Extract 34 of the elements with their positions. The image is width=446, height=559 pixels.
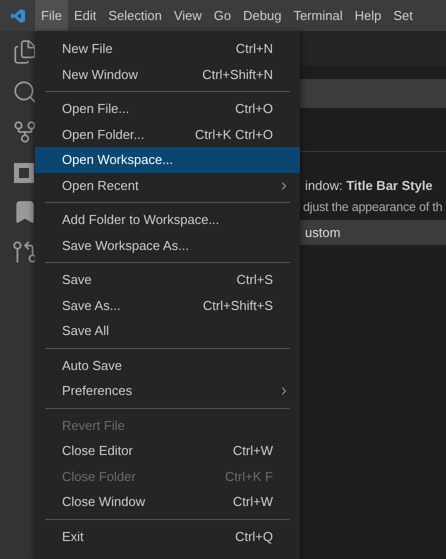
menu-item[interactable]: Save As... Ctrl+Shift+S bbox=[35, 292, 300, 318]
menu-bar-item[interactable]: Help bbox=[348, 0, 388, 31]
menu-item[interactable]: Add Folder to Workspace... bbox=[35, 207, 300, 232]
menu-item[interactable]: Save Workspace As... bbox=[35, 232, 300, 258]
files-icon[interactable] bbox=[12, 39, 38, 65]
menu-item[interactable]: Open Workspace... bbox=[35, 147, 300, 172]
search-icon[interactable] bbox=[12, 79, 38, 105]
menu-item[interactable]: Open Recent bbox=[35, 172, 300, 198]
menu-item[interactable]: Exit Ctrl+Q bbox=[35, 524, 300, 549]
menu-item[interactable]: Save Ctrl+S bbox=[35, 267, 300, 292]
menu-bar-item[interactable]: Debug bbox=[237, 0, 288, 31]
menu-bar-item[interactable]: File bbox=[35, 0, 68, 31]
dropdown[interactable]: ustom bbox=[300, 220, 446, 245]
menu-bar-item[interactable]: Edit bbox=[68, 0, 102, 31]
menu-item[interactable]: Save All bbox=[35, 318, 300, 344]
menu-item[interactable]: New File Ctrl+N bbox=[35, 36, 300, 62]
branch-circle-icon[interactable] bbox=[12, 239, 38, 265]
logo-icon bbox=[10, 8, 26, 24]
menu-bar-item[interactable]: Terminal bbox=[287, 0, 349, 31]
menu-item[interactable]: Auto Save bbox=[35, 352, 300, 378]
fork-icon[interactable] bbox=[12, 119, 38, 145]
menu-item[interactable]: Preferences bbox=[35, 378, 300, 404]
menu-bar-item[interactable]: Selection bbox=[102, 0, 168, 31]
menu-bar-item[interactable]: Go bbox=[208, 0, 238, 31]
menu-item[interactable]: New Window Ctrl+Shift+N bbox=[35, 62, 300, 87]
menu-item[interactable]: Open Folder... Ctrl+K Ctrl+O bbox=[35, 122, 300, 147]
menu-item[interactable]: Close Window Ctrl+W bbox=[35, 489, 300, 514]
setting-description: djust the appearance of th bbox=[302, 200, 444, 214]
menu-bar-item[interactable]: View bbox=[168, 0, 208, 31]
menu-bar-item[interactable]: Set bbox=[387, 0, 419, 31]
search-field[interactable] bbox=[300, 79, 446, 108]
menu-item[interactable]: Open File... Ctrl+O bbox=[35, 96, 300, 122]
menu-item[interactable]: Close Editor Ctrl+W bbox=[35, 438, 300, 464]
setting-title: indow: Title Bar Style bbox=[304, 178, 434, 193]
